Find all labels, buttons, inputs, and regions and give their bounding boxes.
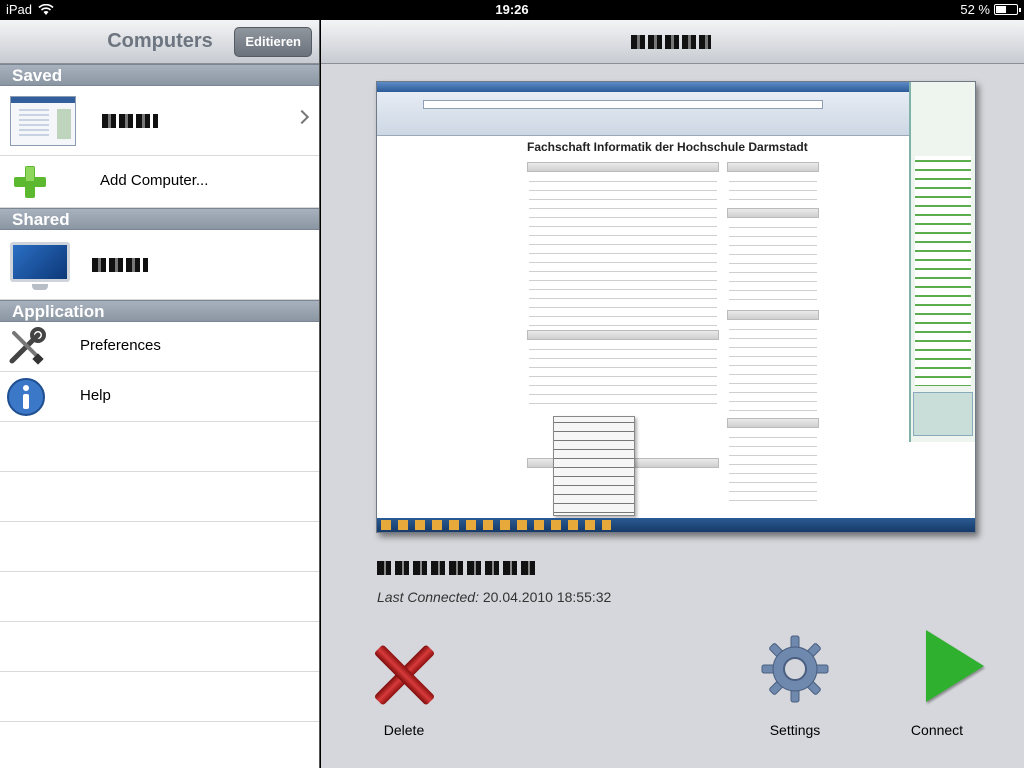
- clock: 19:26: [495, 2, 529, 17]
- help-label: Help: [80, 387, 111, 404]
- empty-row: [0, 522, 319, 572]
- battery-icon: [994, 4, 1021, 15]
- saved-computer-row[interactable]: [0, 86, 319, 156]
- remote-screen-preview[interactable]: Fachschaft Informatik der Hochschule Dar…: [376, 81, 976, 533]
- gear-icon: [761, 635, 829, 703]
- shared-computer-name-redacted: [92, 258, 148, 272]
- empty-row: [0, 722, 319, 768]
- empty-row: [0, 472, 319, 522]
- preferences-label: Preferences: [80, 337, 161, 354]
- connect-label: Connect: [910, 722, 964, 738]
- computer-name-redacted: [102, 114, 158, 128]
- delete-button[interactable]: Delete: [351, 626, 457, 746]
- computer-detail: Fachschaft Informatik der Hochschule Dar…: [321, 20, 1024, 768]
- play-icon: [926, 630, 984, 702]
- detail-navbar: [321, 20, 1024, 64]
- x-icon: [373, 644, 435, 706]
- hostname-redacted: [377, 561, 537, 575]
- computers-sidebar: Computers Editieren Saved Add Computer..…: [0, 20, 320, 768]
- section-header-shared: Shared: [0, 208, 319, 230]
- plus-icon: [14, 166, 46, 198]
- monitor-icon: [10, 242, 70, 282]
- detail-title-redacted: [631, 35, 711, 49]
- section-header-saved: Saved: [0, 64, 319, 86]
- last-connected: Last Connected: 20.04.2010 18:55:32: [377, 589, 611, 605]
- delete-label: Delete: [383, 722, 425, 738]
- preview-heading: Fachschaft Informatik der Hochschule Dar…: [527, 140, 808, 154]
- last-connected-value: 20.04.2010 18:55:32: [482, 589, 612, 605]
- settings-button[interactable]: Settings: [742, 626, 848, 746]
- settings-label: Settings: [769, 722, 821, 738]
- empty-row: [0, 422, 319, 472]
- status-bar: iPad 19:26 52 %: [0, 0, 1024, 20]
- battery-percent: 52 %: [960, 2, 990, 17]
- shared-computer-row[interactable]: [0, 230, 319, 300]
- chevron-right-icon: [294, 109, 310, 125]
- tools-icon: [9, 327, 46, 365]
- preferences-row[interactable]: Preferences: [0, 322, 319, 372]
- empty-row: [0, 622, 319, 672]
- empty-row: [0, 672, 319, 722]
- add-computer-row[interactable]: Add Computer...: [0, 156, 319, 208]
- last-connected-label: Last Connected:: [377, 589, 479, 605]
- info-icon: [7, 378, 45, 416]
- connect-button[interactable]: Connect: [884, 626, 990, 746]
- help-row[interactable]: Help: [0, 372, 319, 422]
- empty-row: [0, 572, 319, 622]
- screen-thumbnail-icon: [10, 96, 76, 146]
- section-header-application: Application: [0, 300, 319, 322]
- edit-button[interactable]: Editieren: [234, 27, 312, 57]
- add-computer-label: Add Computer...: [100, 172, 209, 189]
- sidebar-navbar: Computers Editieren: [0, 20, 319, 64]
